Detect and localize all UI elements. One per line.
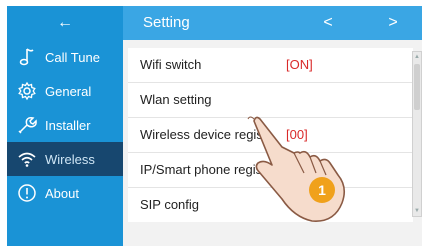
sidebar-item-label: About xyxy=(45,185,79,201)
scroll-up-icon[interactable]: ▲ xyxy=(414,53,420,61)
sidebar-item-label: Call Tune xyxy=(45,49,100,65)
scroll-thumb[interactable] xyxy=(414,64,420,110)
music-note-icon xyxy=(17,47,37,67)
sidebar-item-installer[interactable]: Installer xyxy=(7,108,123,142)
scroll-down-icon[interactable]: ▼ xyxy=(414,207,420,215)
scrollbar[interactable]: ▲ ▼ xyxy=(412,51,422,217)
device-screen: ← Call Tune General Installer Wireless A… xyxy=(7,6,422,246)
sidebar: ← Call Tune General Installer Wireless A… xyxy=(7,6,123,246)
setting-row-wifi-switch[interactable]: Wifi switch [ON] xyxy=(128,48,413,83)
next-page-button[interactable]: > xyxy=(373,6,413,40)
prev-page-button[interactable]: < xyxy=(308,6,348,40)
tap-hand-icon xyxy=(247,116,346,222)
chevron-left-icon: < xyxy=(323,14,333,31)
sidebar-item-general[interactable]: General xyxy=(7,74,123,108)
wrench-icon xyxy=(17,115,37,135)
step-badge: 1 xyxy=(309,177,335,203)
gear-icon xyxy=(17,81,37,101)
setting-value: [ON] xyxy=(286,57,313,72)
page-title: Setting xyxy=(143,14,190,31)
header-bar: Setting < > xyxy=(123,6,422,40)
device-frame: ← Call Tune General Installer Wireless A… xyxy=(0,0,428,251)
info-icon xyxy=(17,183,37,203)
sidebar-item-label: Installer xyxy=(45,117,91,133)
sidebar-item-call-tune[interactable]: Call Tune xyxy=(7,40,123,74)
sidebar-item-about[interactable]: About xyxy=(7,176,123,210)
sidebar-item-label: General xyxy=(45,83,92,99)
sidebar-item-wireless[interactable]: Wireless xyxy=(7,142,123,176)
setting-label: SIP config xyxy=(140,197,200,212)
setting-label: Wifi switch xyxy=(140,57,202,72)
setting-label: Wlan setting xyxy=(140,92,212,107)
wifi-icon xyxy=(17,149,37,169)
sidebar-item-label: Wireless xyxy=(45,151,95,167)
back-button[interactable]: ← xyxy=(7,6,123,40)
back-arrow-icon: ← xyxy=(57,14,73,31)
chevron-right-icon: > xyxy=(388,14,398,31)
